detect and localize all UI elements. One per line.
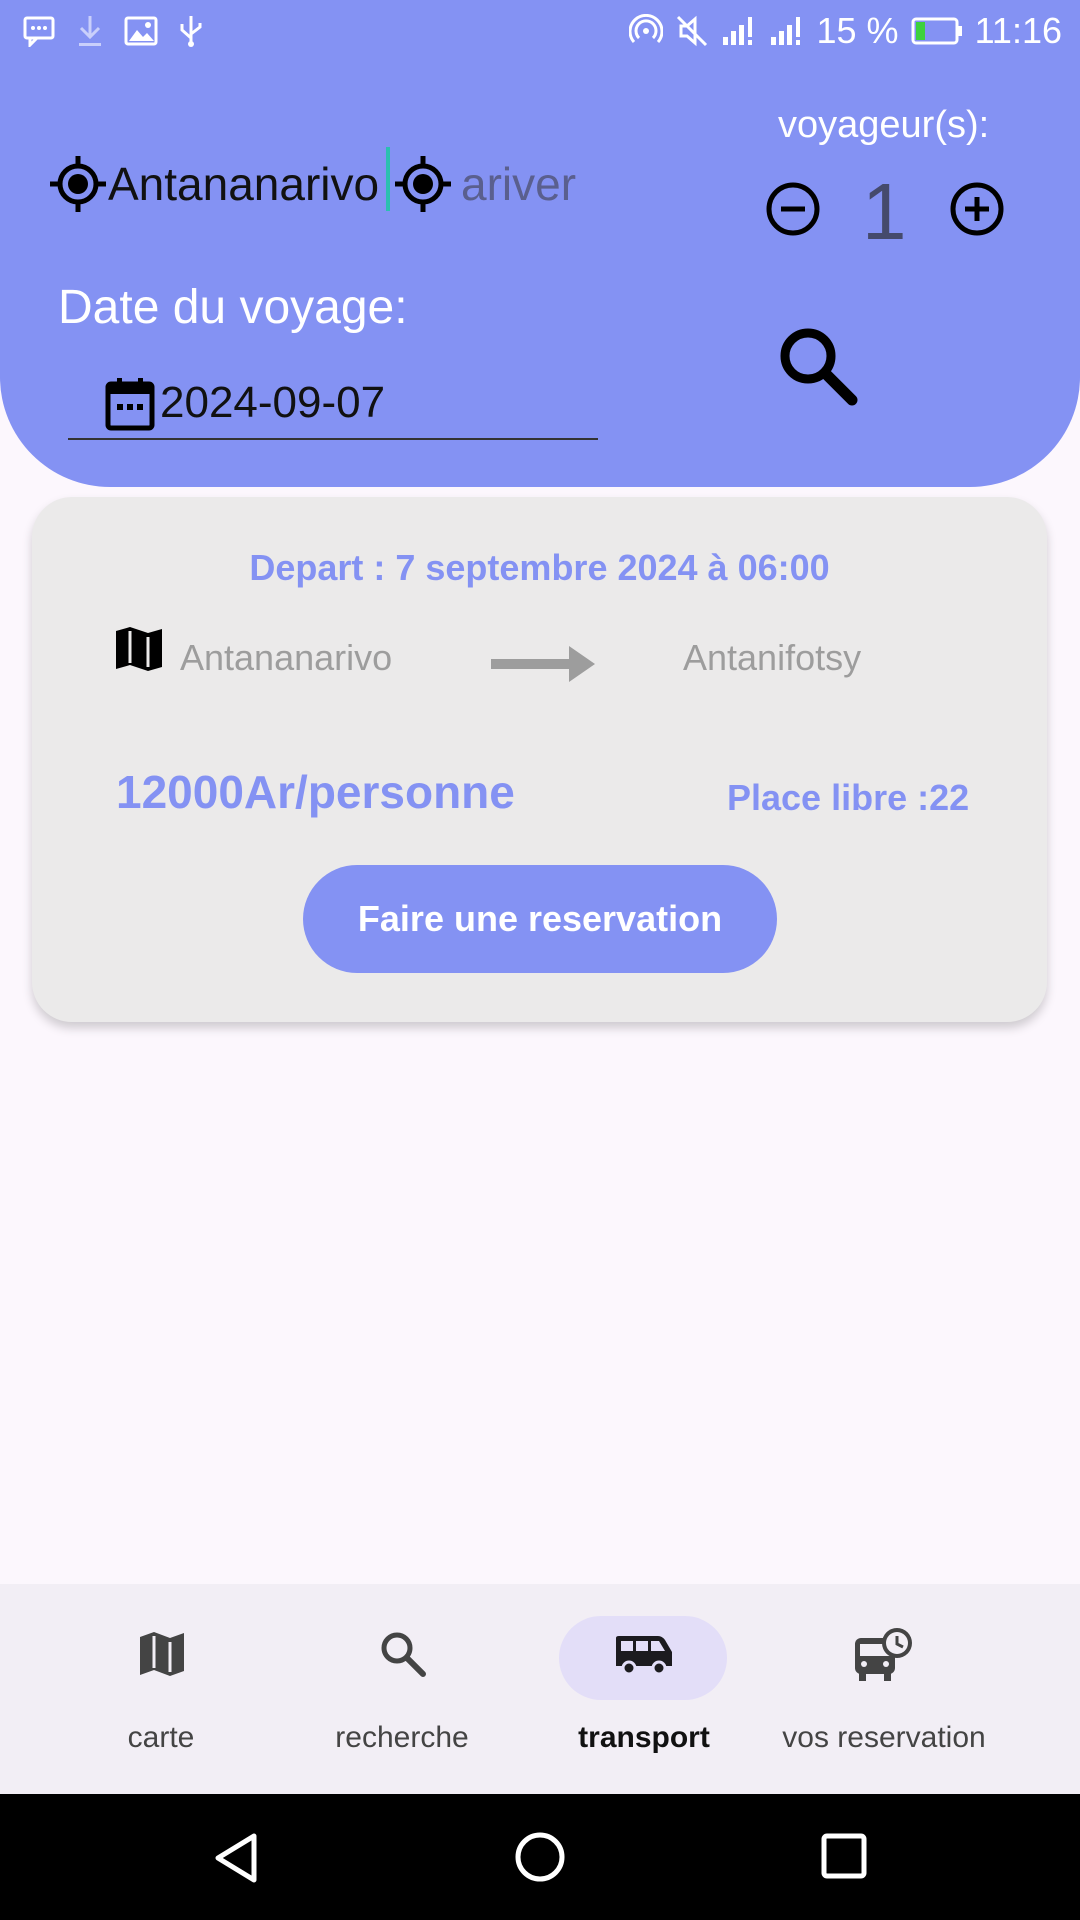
destination-city: Antanifotsy bbox=[683, 637, 862, 678]
date-value: 2024-09-07 bbox=[160, 378, 386, 427]
battery-percent: 15 % bbox=[816, 10, 899, 51]
search-icon bbox=[381, 1632, 426, 1677]
system-navigation-bar bbox=[0, 1794, 1080, 1920]
arrival-field[interactable]: ariver bbox=[393, 140, 576, 228]
image-icon bbox=[124, 16, 158, 46]
bottom-navigation: carte recherche transport vos reservatio… bbox=[0, 1584, 1080, 1794]
location-target-icon bbox=[50, 156, 106, 212]
battery-icon bbox=[911, 17, 962, 45]
arrow-right-icon bbox=[491, 646, 595, 682]
departure-datetime: Depart : 7 septembre 2024 à 06:00 bbox=[249, 547, 830, 588]
arrival-placeholder: ariver bbox=[461, 158, 577, 210]
nav-label-transport: transport bbox=[578, 1721, 710, 1754]
nav-label-recherche: recherche bbox=[335, 1721, 469, 1754]
location-target-icon bbox=[395, 156, 451, 212]
nav-label-carte: carte bbox=[127, 1721, 195, 1754]
price: 12000Ar/personne bbox=[116, 766, 515, 818]
status-bar: 15 % 11:16 bbox=[0, 0, 1080, 66]
origin-city: Antananarivo bbox=[180, 637, 393, 678]
home-icon[interactable] bbox=[513, 1830, 567, 1884]
map-icon bbox=[116, 627, 162, 671]
signal-icon bbox=[770, 17, 800, 45]
nav-item-transport[interactable]: transport bbox=[509, 1584, 779, 1794]
usb-icon bbox=[180, 16, 202, 47]
nav-item-recherche[interactable]: recherche bbox=[267, 1584, 537, 1794]
plus-circle-icon[interactable] bbox=[948, 180, 1006, 238]
clock: 11:16 bbox=[974, 10, 1062, 51]
reserve-button[interactable]: Faire une reservation bbox=[303, 865, 777, 973]
bus-icon bbox=[616, 1636, 672, 1676]
search-icon[interactable] bbox=[776, 324, 858, 406]
bus-clock-icon bbox=[855, 1628, 912, 1681]
back-icon[interactable] bbox=[212, 1832, 260, 1884]
nav-label-vos-reservation: vos reservation bbox=[782, 1721, 986, 1754]
download-icon bbox=[79, 16, 101, 46]
travelers-count: 1 bbox=[862, 167, 907, 256]
travelers-label: voyageur(s): bbox=[778, 104, 990, 146]
available-seats: Place libre :22 bbox=[727, 777, 970, 818]
text-cursor bbox=[386, 147, 390, 211]
calendar-icon bbox=[105, 378, 155, 431]
hotspot-icon bbox=[628, 14, 663, 43]
nav-item-vos-reservation[interactable]: vos reservation bbox=[749, 1584, 1019, 1794]
mute-icon bbox=[676, 15, 707, 47]
nav-item-carte[interactable]: carte bbox=[26, 1584, 296, 1794]
departure-field[interactable]: Antananarivo bbox=[48, 140, 379, 228]
message-icon bbox=[23, 16, 55, 47]
map-icon bbox=[140, 1632, 184, 1676]
departure-value: Antananarivo bbox=[108, 158, 380, 210]
signal-icon bbox=[722, 17, 752, 45]
recent-apps-icon[interactable] bbox=[820, 1832, 868, 1880]
date-label: Date du voyage: bbox=[58, 281, 408, 334]
minus-circle-icon[interactable] bbox=[764, 180, 822, 238]
date-field[interactable]: 2024-09-07 bbox=[68, 372, 598, 440]
trip-card: Depart : 7 septembre 2024 à 06:00 Antana… bbox=[32, 497, 1047, 1022]
